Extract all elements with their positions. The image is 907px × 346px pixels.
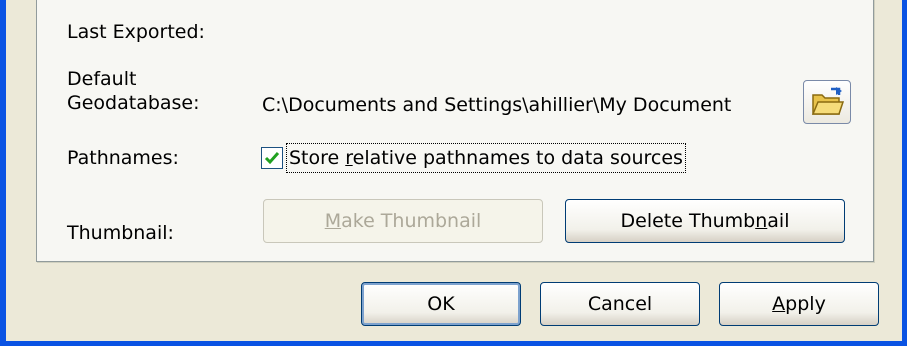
delete-thumbnail-button[interactable]: Delete Thumbnail: [565, 199, 845, 243]
checkbox-label-mnemonic: r: [345, 147, 353, 169]
apply-mnemonic: A: [772, 293, 786, 315]
cancel-button[interactable]: Cancel: [540, 282, 700, 326]
apply-label-part: pply: [785, 293, 826, 315]
window-border-bottom: [0, 341, 907, 346]
window-border-left: [0, 0, 6, 346]
button-label-part: Delete Thumb: [620, 210, 756, 232]
apply-button[interactable]: Apply: [719, 282, 879, 326]
make-thumbnail-button[interactable]: Make Thumbnail: [263, 199, 543, 243]
checkbox-label-part: elative pathnames to data sources: [352, 147, 683, 169]
store-relative-pathnames-label[interactable]: Store relative pathnames to data sources: [286, 143, 686, 173]
last-exported-label: Last Exported:: [67, 21, 205, 43]
button-label-mnemonic: n: [755, 210, 768, 232]
window-border-right: [902, 0, 907, 346]
default-geodatabase-label-line1: Default: [67, 68, 137, 90]
open-folder-icon: [811, 87, 845, 115]
default-geodatabase-label-line2: Geodatabase:: [67, 92, 200, 114]
store-relative-pathnames-checkbox[interactable]: [261, 147, 283, 169]
pathnames-label: Pathnames:: [67, 147, 179, 169]
checkmark-icon: [264, 152, 280, 165]
button-label-mnemonic: M: [324, 210, 342, 232]
button-label-part: ail: [767, 210, 790, 232]
browse-geodatabase-button[interactable]: [803, 80, 851, 124]
checkbox-label-part: Store: [289, 147, 346, 169]
ok-button[interactable]: OK: [361, 282, 521, 326]
thumbnail-label: Thumbnail:: [67, 222, 174, 244]
default-geodatabase-path: C:\Documents and Settings\ahillier\My Do…: [262, 94, 732, 116]
button-label-part: ake Thumbnail: [341, 210, 482, 232]
